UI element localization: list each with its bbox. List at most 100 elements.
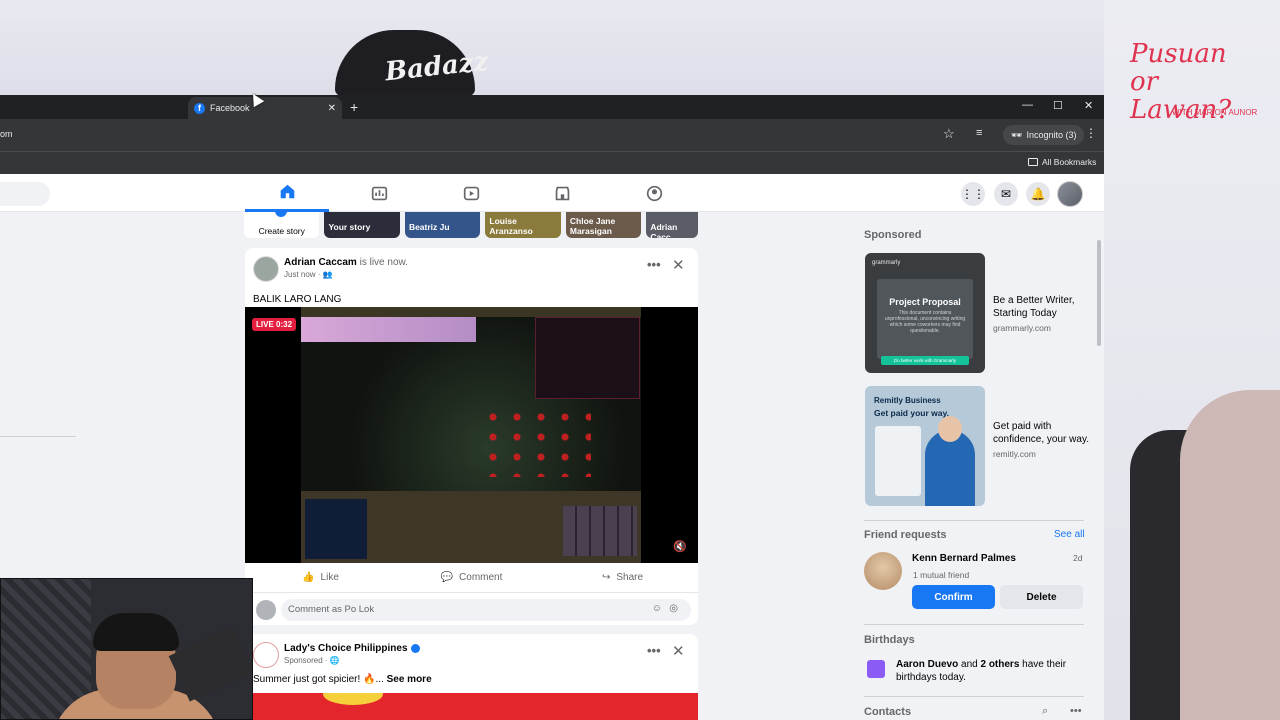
star-icon[interactable]: ☆ (943, 126, 955, 142)
all-bookmarks-button[interactable]: All Bookmarks (1028, 157, 1096, 167)
request-time: 2d (1073, 553, 1083, 563)
scrollbar[interactable] (1097, 240, 1101, 346)
groups-icon[interactable] (612, 174, 696, 212)
minimize-icon[interactable]: — (1022, 99, 1033, 111)
game-hud (301, 491, 641, 563)
comment-label: Comment (459, 572, 503, 583)
birthday-person[interactable]: Aaron Duevo (896, 659, 958, 670)
tab-search-icon[interactable]: ≡ (976, 127, 982, 139)
messenger-icon[interactable]: ✉ (994, 182, 1018, 206)
story-chloe[interactable]: Chloe Jane Marasigan (565, 212, 642, 238)
incognito-badge[interactable]: 🕶 Incognito (3) (1003, 125, 1085, 145)
mute-icon[interactable]: 🔇 (673, 540, 687, 553)
comment-input[interactable]: Comment as Po Lok (281, 599, 691, 621)
more-options-icon[interactable]: ••• (1070, 705, 1082, 717)
home-icon[interactable] (245, 174, 329, 212)
story-label: Adrian Cacc (650, 222, 678, 238)
share-button[interactable]: ↪ Share (547, 563, 698, 592)
apps-grid-icon[interactable]: ⋮⋮ (961, 182, 985, 206)
birthday-others[interactable]: 2 others (980, 659, 1019, 670)
author-name[interactable]: Adrian Caccam (284, 257, 357, 268)
story-your[interactable]: Your story (324, 212, 400, 238)
remitly-ad-image[interactable]: Remitly Business Get paid your way. (865, 386, 985, 506)
share-icon: ↪ (601, 572, 611, 583)
more-options-icon[interactable]: ••• (647, 643, 661, 658)
remitly-ad-text[interactable]: Get paid with confidence, your way. remi… (993, 420, 1093, 461)
live-video[interactable]: LIVE 0:32 🔇 (245, 307, 698, 563)
all-bookmarks-label: All Bookmarks (1042, 157, 1097, 167)
confirm-button[interactable]: Confirm (912, 585, 995, 609)
new-tab-icon[interactable]: + (350, 99, 358, 115)
friends-audience-icon: 👥 (322, 270, 333, 279)
share-label: Share (616, 572, 644, 583)
facebook-header: ⋮⋮ ✉ 🔔 (0, 174, 1104, 212)
friend-name[interactable]: Kenn Bernard Palmes (912, 553, 1016, 564)
live-status: is live now. (359, 257, 408, 268)
friend-requests-title: Friend requests (864, 529, 947, 541)
stories-row: Create story Your story Beatriz Ju Louis… (244, 212, 698, 238)
commenter-avatar (256, 600, 276, 620)
ad-image[interactable] (253, 693, 698, 720)
grammarly-ad-text[interactable]: Be a Better Writer, Starting Today gramm… (993, 294, 1093, 335)
left-divider (0, 436, 76, 437)
hide-post-icon[interactable]: ✕ (672, 642, 685, 660)
tab-close-icon[interactable]: ✕ (328, 103, 336, 114)
incognito-icon: 🕶 (1011, 129, 1023, 140)
search-input[interactable] (0, 182, 50, 206)
post-author: Adrian Caccam is live now. (284, 257, 408, 268)
address-bar[interactable]: om (0, 129, 13, 139)
delete-button[interactable]: Delete (1000, 585, 1083, 609)
contacts-title: Contacts (864, 706, 912, 718)
game-screen (301, 307, 641, 563)
divider (864, 520, 1084, 521)
maximize-icon[interactable]: ☐ (1053, 99, 1063, 112)
more-options-icon[interactable]: ••• (647, 257, 661, 272)
comment-button[interactable]: 💬 Comment (396, 563, 547, 592)
sticker-icon[interactable]: ◎ (669, 603, 678, 614)
ad-doc-title: Project Proposal (889, 297, 961, 307)
story-beatriz[interactable]: Beatriz Ju (404, 212, 481, 238)
friend-avatar[interactable] (864, 552, 902, 590)
birthday-text: Aaron Duevo and 2 others have their birt… (896, 658, 1086, 684)
see-all-link[interactable]: See all (1054, 529, 1085, 540)
comment-row: Comment as Po Lok ☺ ◎ (245, 593, 698, 629)
brand-avatar[interactable] (253, 642, 279, 668)
hide-post-icon[interactable]: ✕ (672, 256, 685, 274)
minimap (305, 499, 367, 559)
author-avatar[interactable] (253, 256, 279, 282)
window-close-icon[interactable]: ✕ (1084, 99, 1093, 112)
story-adrian[interactable]: Adrian Cacc (646, 212, 698, 238)
divider (864, 624, 1084, 625)
post-text: BALIK LARO LANG (253, 294, 342, 305)
ad-domain: grammarly.com (993, 323, 1051, 333)
ad-graphic (323, 693, 383, 705)
tab-strip: f Facebook ✕ + — ☐ ✕ (0, 95, 1104, 119)
emoji-icon[interactable]: ☺ (652, 603, 662, 614)
search-icon[interactable]: ⌕ (1042, 705, 1048, 718)
story-louise[interactable]: Louise Aranzanso (485, 212, 561, 238)
tab-facebook[interactable]: f Facebook ✕ (188, 97, 342, 119)
microphone-arm (168, 626, 252, 702)
bookmarks-bar: All Bookmarks (0, 151, 1104, 174)
dashboard-icon[interactable] (337, 174, 421, 212)
marketplace-icon[interactable] (520, 174, 604, 212)
story-create[interactable]: Create story (244, 212, 320, 238)
mutual-friends: 1 mutual friend (913, 570, 970, 580)
sponsored-title: Sponsored (864, 229, 922, 241)
like-icon: 👍 (302, 572, 315, 583)
bell-icon[interactable]: 🔔 (1026, 182, 1050, 206)
author-name[interactable]: Lady's Choice Philippines (284, 643, 408, 654)
host-image (1180, 390, 1280, 720)
see-more-link[interactable]: See more (387, 674, 432, 685)
webcam-overlay (0, 578, 253, 720)
live-badge: LIVE 0:32 (252, 318, 297, 331)
video-icon[interactable] (429, 174, 513, 212)
plus-icon (273, 212, 289, 219)
avatar[interactable] (1057, 181, 1083, 207)
like-button[interactable]: 👍 Like (245, 563, 396, 592)
folder-icon (1028, 158, 1038, 166)
kebab-menu-icon[interactable]: ⋮ (1085, 126, 1097, 140)
post-time: Just now · (284, 270, 323, 279)
grammarly-ad-image[interactable]: grammarly Project Proposal This document… (865, 253, 985, 373)
game-panel (535, 317, 640, 399)
